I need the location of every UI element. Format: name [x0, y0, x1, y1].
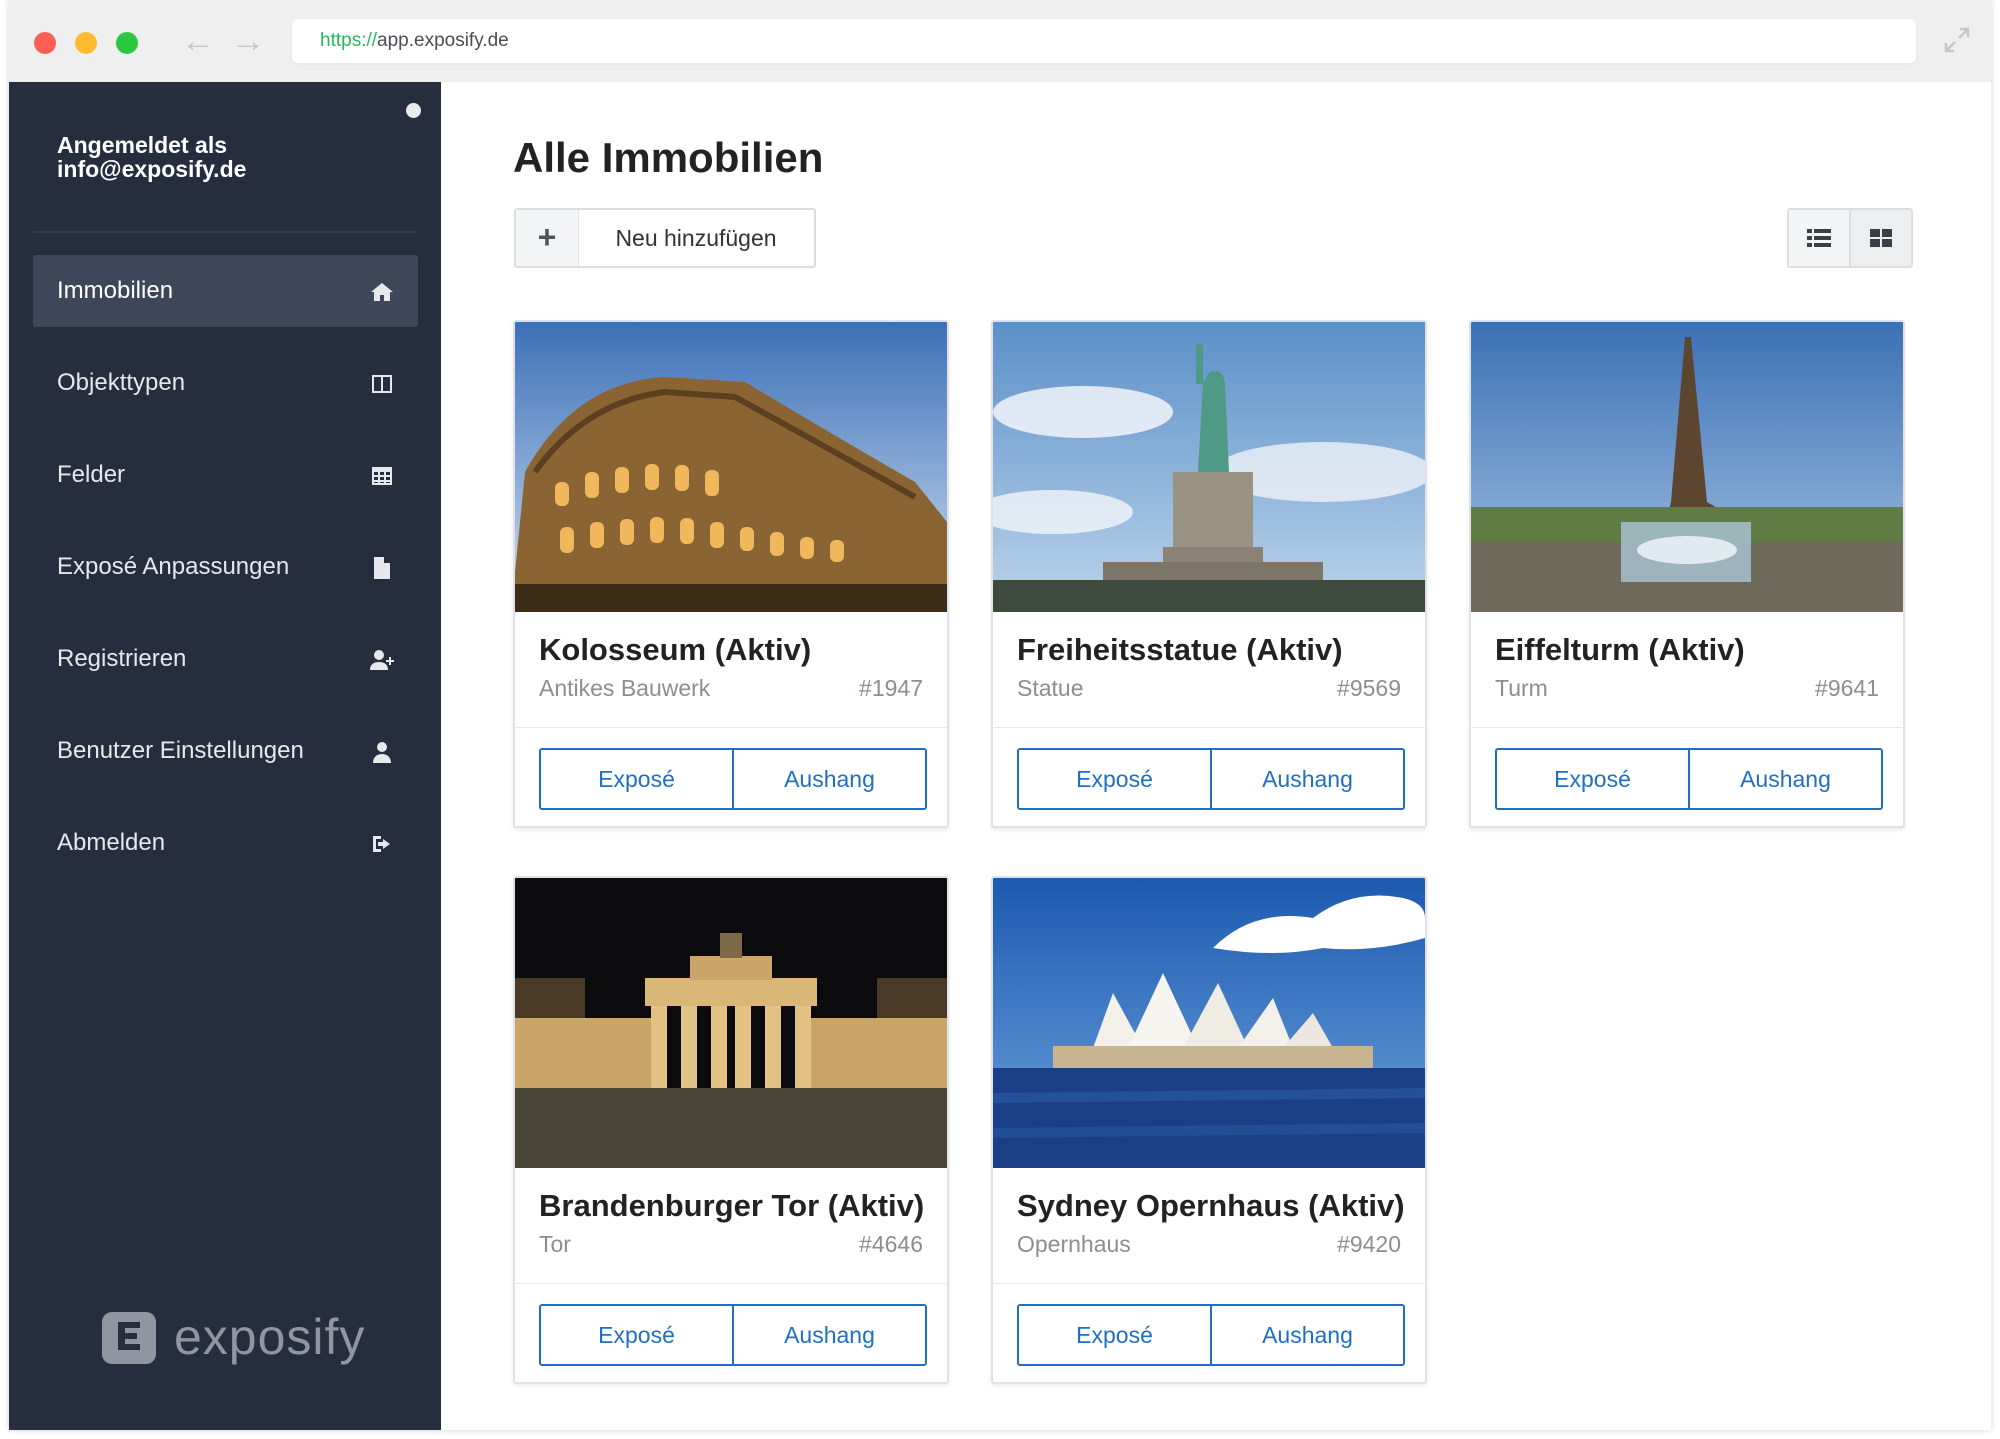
property-grid: Kolosseum (Aktiv) Antikes Bauwerk #1947 …: [513, 320, 1933, 1410]
property-type: Antikes Bauwerk: [539, 675, 711, 701]
statue-of-liberty-photo[interactable]: [993, 322, 1425, 612]
sydney-opera-house-photo[interactable]: [993, 878, 1425, 1168]
sidebar-item-label: Registrieren: [57, 645, 187, 672]
browser-titlebar: ← → https://app.exposify.de: [9, 0, 1991, 82]
property-number: #9420: [1337, 1231, 1401, 1257]
property-type: Statue: [1017, 675, 1084, 701]
card-divider: [515, 727, 947, 728]
browser-window: ← → https://app.exposify.de Angemeldet a…: [9, 0, 1991, 1430]
sidebar-item-benutzer-einstellungen[interactable]: Benutzer Einstellungen: [33, 715, 418, 787]
status-dot: [406, 103, 421, 118]
sign-out-icon: [370, 832, 394, 856]
document-icon: [370, 556, 394, 580]
add-new-button[interactable]: + Neu hinzufügen: [514, 208, 816, 268]
expose-button[interactable]: Exposé: [1497, 750, 1688, 808]
grid-view-button[interactable]: [1849, 210, 1911, 266]
brandenburg-gate-photo[interactable]: [515, 878, 947, 1168]
property-title: Sydney Opernhaus (Aktiv): [1017, 1188, 1405, 1223]
view-toggle: [1787, 208, 1913, 268]
home-icon: [370, 280, 394, 304]
forward-arrow-icon[interactable]: →: [231, 24, 265, 58]
url-host: app.exposify.de: [377, 30, 509, 51]
property-title: Brandenburger Tor (Aktiv): [539, 1188, 925, 1223]
login-label: Angemeldet als: [57, 132, 227, 158]
property-number: #9569: [1337, 675, 1401, 701]
address-bar[interactable]: https://app.exposify.de: [292, 19, 1916, 63]
card-button-group: Exposé Aushang: [539, 748, 927, 810]
property-type: Opernhaus: [1017, 1231, 1131, 1257]
eiffel-tower-photo[interactable]: [1471, 322, 1903, 612]
card-button-group: Exposé Aushang: [1017, 1304, 1405, 1366]
user-plus-icon: [370, 648, 394, 672]
aushang-button[interactable]: Aushang: [732, 750, 925, 808]
property-number: #9641: [1815, 675, 1879, 701]
sidebar-divider: [33, 231, 417, 233]
sidebar-item-label: Felder: [57, 461, 126, 488]
sidebar-item-expose-anpassungen[interactable]: Exposé Anpassungen: [33, 531, 418, 603]
card-button-group: Exposé Aushang: [1017, 748, 1405, 810]
property-title: Freiheitsstatue (Aktiv): [1017, 632, 1343, 667]
aushang-button[interactable]: Aushang: [1210, 750, 1403, 808]
property-card: Freiheitsstatue (Aktiv) Statue #9569 Exp…: [991, 320, 1427, 828]
sidebar-item-felder[interactable]: Felder: [33, 439, 418, 511]
expose-button[interactable]: Exposé: [541, 750, 732, 808]
property-type: Turm: [1495, 675, 1548, 701]
property-card: Eiffelturm (Aktiv) Turm #9641 Exposé Aus…: [1469, 320, 1905, 828]
aushang-button[interactable]: Aushang: [1688, 750, 1881, 808]
sidebar-item-registrieren[interactable]: Registrieren: [33, 623, 418, 695]
expose-button[interactable]: Exposé: [541, 1306, 732, 1364]
exposify-logo-icon: [102, 1312, 156, 1364]
back-arrow-icon[interactable]: ←: [181, 24, 215, 58]
card-divider: [993, 727, 1425, 728]
plus-icon: +: [516, 210, 579, 266]
sidebar-item-label: Immobilien: [57, 277, 174, 304]
maximize-window-button[interactable]: [116, 32, 138, 54]
sidebar-item-label: Exposé Anpassungen: [57, 553, 290, 580]
sidebar-item-label: Objekttypen: [57, 369, 186, 396]
fullscreen-expand-icon[interactable]: [1943, 26, 1971, 54]
login-email: info@exposify.de: [57, 156, 247, 182]
grid-icon: [1870, 229, 1892, 247]
main-content: Alle Immobilien + Neu hinzufügen Kolosse…: [441, 82, 1991, 1430]
add-new-label: Neu hinzufügen: [615, 225, 777, 251]
card-divider: [515, 1283, 947, 1284]
property-number: #1947: [859, 675, 923, 701]
aushang-button[interactable]: Aushang: [732, 1306, 925, 1364]
card-divider: [993, 1283, 1425, 1284]
card-divider: [1471, 727, 1903, 728]
colosseum-photo[interactable]: [515, 322, 947, 612]
columns-icon: [370, 372, 394, 396]
card-button-group: Exposé Aushang: [1495, 748, 1883, 810]
minimize-window-button[interactable]: [75, 32, 97, 54]
sidebar-item-objekttypen[interactable]: Objekttypen: [33, 347, 418, 419]
list-icon: [1807, 229, 1831, 247]
property-card: Brandenburger Tor (Aktiv) Tor #4646 Expo…: [513, 876, 949, 1384]
close-window-button[interactable]: [34, 32, 56, 54]
card-button-group: Exposé Aushang: [539, 1304, 927, 1366]
expose-button[interactable]: Exposé: [1019, 1306, 1210, 1364]
aushang-button[interactable]: Aushang: [1210, 1306, 1403, 1364]
sidebar-item-label: Benutzer Einstellungen: [57, 737, 304, 764]
property-title: Eiffelturm (Aktiv): [1495, 632, 1745, 667]
property-type: Tor: [539, 1231, 571, 1257]
property-number: #4646: [859, 1231, 923, 1257]
list-view-button[interactable]: [1789, 210, 1849, 266]
sidebar-item-immobilien[interactable]: Immobilien: [33, 255, 418, 327]
brand-name: exposify: [174, 1309, 366, 1365]
expose-button[interactable]: Exposé: [1019, 750, 1210, 808]
property-title: Kolosseum (Aktiv): [539, 632, 812, 667]
url-scheme: https://: [320, 30, 378, 51]
property-card: Kolosseum (Aktiv) Antikes Bauwerk #1947 …: [513, 320, 949, 828]
sidebar-item-abmelden[interactable]: Abmelden: [33, 807, 418, 879]
page-title: Alle Immobilien: [513, 134, 824, 181]
sidebar: Angemeldet als info@exposify.de Immobili…: [9, 82, 441, 1430]
user-icon: [370, 740, 394, 764]
sidebar-item-label: Abmelden: [57, 829, 166, 856]
sidebar-nav: Immobilien Objekttypen Felder Exposé Anp…: [33, 255, 418, 899]
table-icon: [370, 464, 394, 488]
property-card: Sydney Opernhaus (Aktiv) Opernhaus #9420…: [991, 876, 1427, 1384]
